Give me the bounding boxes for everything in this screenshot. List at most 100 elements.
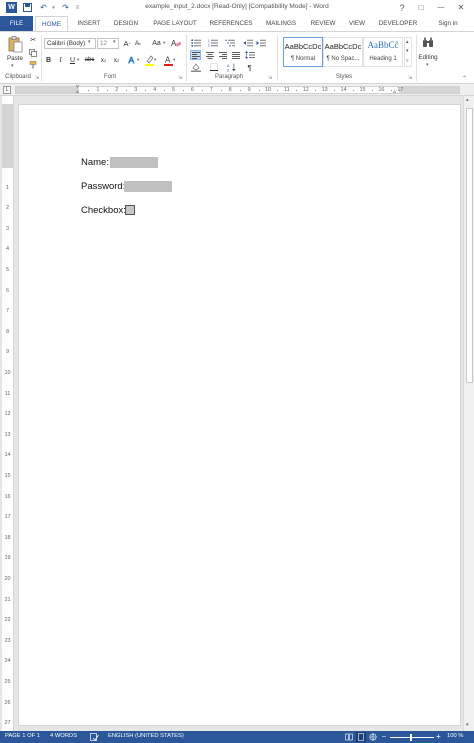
increase-indent-icon[interactable] [255, 38, 266, 48]
tab-file[interactable]: FILE [0, 16, 33, 31]
editing-button[interactable]: Editing [414, 54, 442, 61]
shrink-font-icon[interactable]: Av [133, 38, 143, 49]
name-input-field[interactable] [110, 157, 158, 168]
line-spacing-icon[interactable] [244, 50, 256, 60]
clipboard-launcher-icon[interactable]: ⇲ [35, 75, 39, 81]
styles-scroll-up-icon[interactable]: ▴ [406, 39, 409, 45]
font-color-icon[interactable]: A [163, 54, 173, 66]
password-input-field[interactable] [124, 181, 172, 192]
text-effects-dropdown-icon[interactable]: ▾ [137, 57, 139, 63]
text-effects-icon[interactable]: A [127, 54, 137, 66]
highlight-dropdown-icon[interactable]: ▾ [154, 57, 156, 63]
window-title: example_input_2.docx [Read-Only] [Compat… [145, 3, 329, 10]
underline-icon[interactable]: U [68, 55, 77, 65]
numbering-icon[interactable]: 123 [207, 38, 219, 48]
document-page[interactable]: Name: Password: Checkbox: [18, 104, 461, 726]
justify-icon[interactable] [230, 50, 241, 60]
help-button[interactable]: ? [395, 1, 409, 14]
change-case-dropdown-icon[interactable]: ▾ [163, 40, 165, 46]
sign-in-link[interactable]: Sign in [430, 16, 466, 31]
highlight-color-icon[interactable] [144, 54, 154, 66]
font-size-dropdown-icon[interactable]: ▾ [113, 39, 116, 45]
tab-home[interactable]: HOME [35, 16, 68, 31]
zoom-in-icon[interactable]: + [436, 732, 441, 741]
tab-references[interactable]: REFERENCES [207, 16, 255, 31]
read-mode-icon[interactable] [345, 733, 353, 741]
collapse-ribbon-icon[interactable]: ⌃ [462, 75, 467, 82]
svg-text:A: A [171, 39, 177, 48]
zoom-out-icon[interactable]: – [382, 733, 386, 740]
scrollbar-thumb[interactable] [466, 108, 473, 383]
align-left-icon[interactable] [190, 50, 201, 60]
proofing-icon[interactable] [90, 733, 99, 741]
page-count[interactable]: PAGE 1 OF 1 [5, 733, 40, 739]
styles-launcher-icon[interactable]: ⇲ [408, 75, 412, 81]
italic-icon[interactable]: I [56, 55, 65, 65]
align-right-icon[interactable] [217, 50, 228, 60]
tab-page-layout[interactable]: PAGE LAYOUT [148, 16, 202, 31]
clear-formatting-icon[interactable]: A [170, 37, 182, 49]
undo-dropdown-icon[interactable]: ▾ [48, 2, 59, 13]
tab-mailings[interactable]: MAILINGS [261, 16, 301, 31]
cut-icon[interactable]: ✂ [28, 35, 38, 45]
tab-selector-icon[interactable]: L [3, 86, 11, 94]
save-icon[interactable] [22, 2, 33, 13]
print-layout-icon[interactable] [356, 732, 366, 742]
show-formatting-marks-icon[interactable]: ¶ [244, 62, 255, 72]
ruler-number: 11 [284, 87, 290, 93]
format-painter-icon[interactable] [28, 60, 38, 70]
vruler-number: 8 [5, 328, 10, 335]
subscript-icon[interactable]: x2 [99, 55, 108, 65]
checkbox-control[interactable] [125, 205, 135, 215]
align-center-icon[interactable] [204, 50, 215, 60]
tab-insert[interactable]: INSERT [74, 16, 104, 31]
strikethrough-icon[interactable]: abc [84, 55, 95, 65]
shading-icon[interactable] [190, 62, 202, 72]
style-normal[interactable]: AaBbCcDc ¶ Normal [283, 37, 323, 67]
hanging-indent-marker[interactable]: ▵ [76, 89, 79, 95]
zoom-slider-handle[interactable] [410, 734, 412, 741]
font-color-dropdown-icon[interactable]: ▾ [173, 57, 175, 63]
paste-button[interactable]: Paste [5, 55, 25, 62]
zoom-level[interactable]: 100 % [447, 733, 463, 739]
paste-icon[interactable] [5, 35, 25, 53]
tab-view[interactable]: VIEW [345, 16, 369, 31]
ribbon-display-options-button[interactable]: □ [414, 1, 428, 14]
scroll-up-icon[interactable]: ▴ [466, 97, 469, 103]
decrease-indent-icon[interactable] [242, 38, 253, 48]
style-heading-1[interactable]: AaBbCĉ Heading 1 [363, 37, 403, 67]
grow-font-icon[interactable]: A ^ [122, 38, 132, 49]
copy-icon[interactable] [28, 48, 38, 58]
style-no-spacing[interactable]: AaBbCcDc ¶ No Spac... [323, 37, 363, 67]
paste-dropdown-icon[interactable]: ▾ [11, 63, 14, 69]
vertical-scrollbar[interactable]: ▴ ▾ [463, 96, 474, 731]
sort-icon[interactable]: AZ [226, 62, 238, 72]
minimize-button[interactable]: — [434, 1, 448, 14]
scroll-down-icon[interactable]: ▾ [466, 722, 469, 728]
superscript-icon[interactable]: x2 [112, 55, 121, 65]
editing-binoculars-icon[interactable] [420, 35, 436, 49]
styles-scroll[interactable]: ▴ ▾ ▿ [404, 37, 412, 67]
font-launcher-icon[interactable]: ⇲ [178, 75, 182, 81]
tab-review[interactable]: REVIEW [307, 16, 339, 31]
right-indent-marker[interactable]: ▵ [393, 89, 396, 95]
paragraph-launcher-icon[interactable]: ⇲ [268, 75, 272, 81]
close-button[interactable]: ✕ [454, 1, 468, 14]
change-case-icon[interactable]: Aa [150, 38, 163, 49]
underline-dropdown-icon[interactable]: ▾ [77, 57, 79, 63]
tab-design[interactable]: DESIGN [110, 16, 142, 31]
bold-icon[interactable]: B [44, 55, 53, 65]
styles-more-icon[interactable]: ▿ [406, 58, 409, 64]
font-name-dropdown-icon[interactable]: ▾ [88, 39, 91, 45]
multilevel-list-icon[interactable] [224, 38, 236, 48]
redo-icon[interactable]: ↷ [60, 2, 71, 13]
borders-icon[interactable] [208, 62, 219, 72]
editing-dropdown-icon[interactable]: ▾ [426, 62, 429, 68]
styles-scroll-down-icon[interactable]: ▾ [406, 48, 409, 54]
web-layout-icon[interactable] [369, 733, 377, 741]
word-count[interactable]: 4 WORDS [50, 733, 77, 739]
language-indicator[interactable]: ENGLISH (UNITED STATES) [108, 733, 184, 739]
tab-developer[interactable]: DEVELOPER [376, 16, 420, 31]
bullets-icon[interactable] [190, 38, 202, 48]
zoom-slider-track[interactable] [390, 737, 434, 738]
